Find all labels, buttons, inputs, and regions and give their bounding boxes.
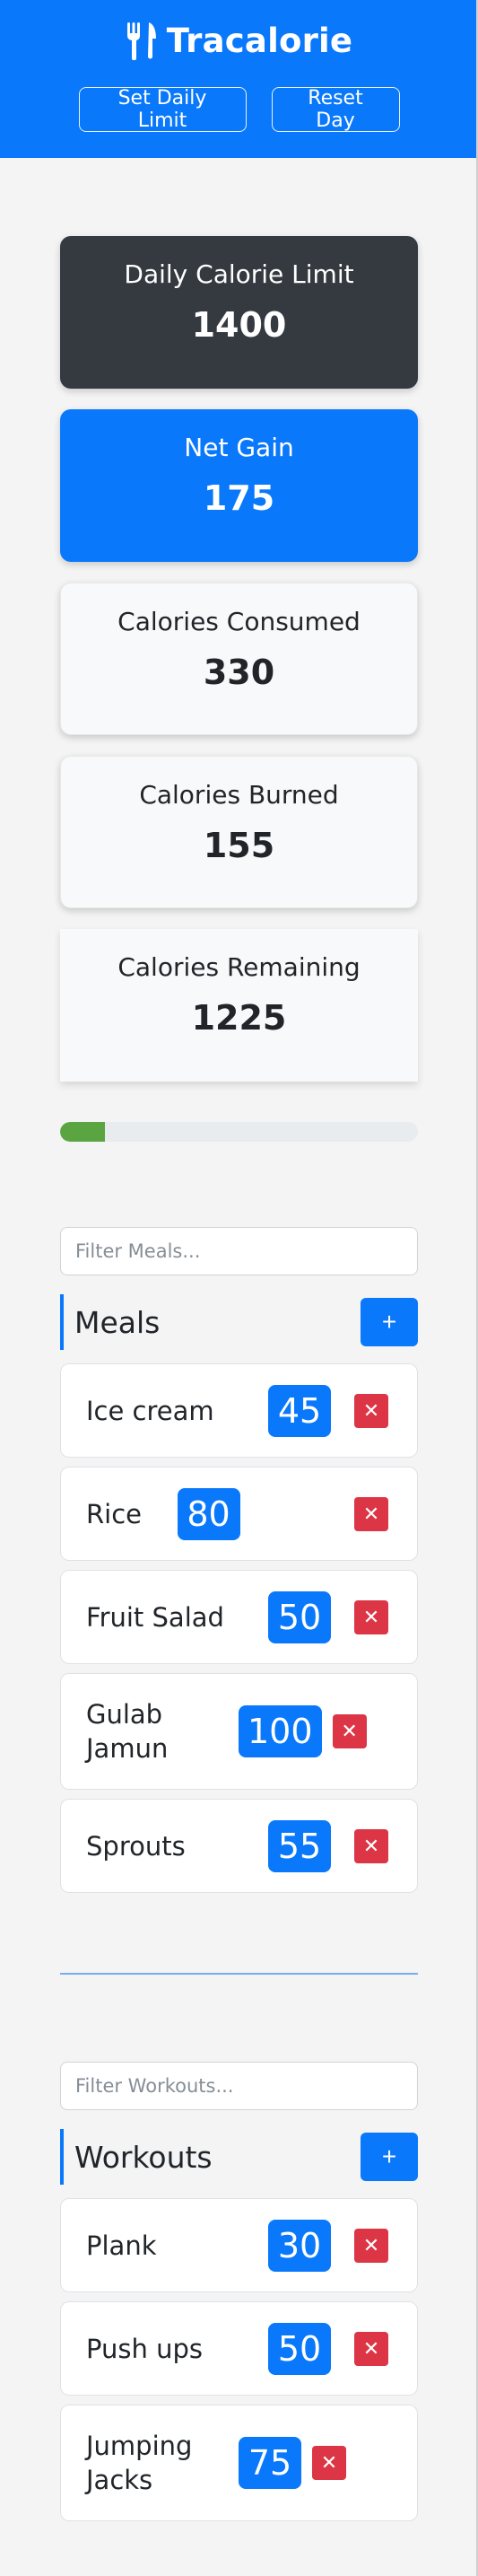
workout-item: Jumping Jacks 75 ✕: [60, 2405, 418, 2521]
meal-calories-badge: 50: [268, 1590, 331, 1643]
meal-calories-badge: 55: [268, 1819, 331, 1872]
workout-list: Plank 30 ✕ Push ups 50 ✕ Jumping Jacks 7…: [60, 2198, 418, 2521]
delete-workout-button[interactable]: ✕: [354, 2228, 388, 2263]
calories-burned-card: Calories Burned 155: [60, 756, 418, 908]
calories-remaining-label: Calories Remaining: [117, 952, 361, 982]
workouts-header: Workouts +: [60, 2129, 418, 2185]
workout-calories-badge: 30: [268, 2219, 331, 2272]
meal-name: Ice cream: [86, 1395, 214, 1426]
add-workout-button[interactable]: +: [361, 2133, 418, 2181]
workout-item: Plank 30 ✕: [60, 2198, 418, 2292]
section-divider: [60, 1973, 418, 1975]
workout-name: Jumping Jacks: [86, 2431, 193, 2495]
brand: Tracalorie: [0, 22, 478, 60]
calories-burned-label: Calories Burned: [139, 780, 339, 810]
delete-meal-button[interactable]: ✕: [354, 1496, 388, 1531]
workout-item: Push ups 50 ✕: [60, 2301, 418, 2396]
delete-workout-button[interactable]: ✕: [354, 2331, 388, 2366]
delete-meal-button[interactable]: ✕: [354, 1828, 388, 1863]
meal-calories-badge: 100: [239, 1705, 322, 1757]
calories-remaining-value: 1225: [191, 998, 287, 1038]
main-content: Daily Calorie Limit 1400 Net Gain 175 Ca…: [60, 158, 418, 2521]
daily-limit-label: Daily Calorie Limit: [124, 259, 354, 289]
reset-day-button[interactable]: Reset Day: [271, 87, 400, 132]
net-gain-card: Net Gain 175: [60, 409, 418, 562]
meal-item: Gulab Jamun 100 ✕: [60, 1673, 418, 1790]
app-title: Tracalorie: [166, 22, 353, 60]
stats-section: Daily Calorie Limit 1400 Net Gain 175 Ca…: [60, 158, 418, 1082]
delete-meal-button[interactable]: ✕: [354, 1599, 388, 1634]
set-daily-limit-button[interactable]: Set Daily Limit: [78, 87, 247, 132]
workout-calories-badge: 75: [239, 2437, 301, 2489]
workout-name: Plank: [86, 2230, 157, 2261]
meal-calories-badge: 80: [177, 1487, 240, 1540]
meal-item: Fruit Salad 50 ✕: [60, 1570, 418, 1664]
calories-consumed-value: 330: [203, 653, 275, 692]
calories-consumed-card: Calories Consumed 330: [60, 583, 418, 735]
calorie-progress-fill: [60, 1122, 105, 1142]
app-header: Tracalorie Set Daily Limit Reset Day: [0, 0, 478, 158]
meal-name: Fruit Salad: [86, 1601, 224, 1633]
meal-item: Sprouts 55 ✕: [60, 1799, 418, 1893]
calories-remaining-card: Calories Remaining 1225: [60, 929, 418, 1082]
meal-name: Sprouts: [86, 1830, 186, 1862]
calories-burned-value: 155: [203, 826, 275, 865]
workout-calories-badge: 50: [268, 2322, 331, 2375]
meal-name: Rice: [86, 1498, 142, 1529]
net-gain-label: Net Gain: [184, 433, 294, 462]
delete-workout-button[interactable]: ✕: [312, 2446, 346, 2480]
meal-item: Rice 80 ✕: [60, 1467, 418, 1561]
meal-list: Ice cream 45 ✕ Rice 80 ✕ Fruit Salad 50 …: [60, 1363, 418, 1893]
net-gain-value: 175: [203, 478, 275, 518]
meal-name: Gulab Jamun: [86, 1699, 169, 1764]
header-actions: Set Daily Limit Reset Day: [0, 87, 478, 132]
meal-item: Ice cream 45 ✕: [60, 1363, 418, 1458]
filter-meals-input[interactable]: [60, 1227, 418, 1275]
workout-name: Push ups: [86, 2333, 203, 2364]
meal-calories-badge: 45: [268, 1384, 331, 1437]
daily-limit-value: 1400: [191, 305, 287, 345]
calories-consumed-label: Calories Consumed: [117, 607, 361, 636]
add-meal-button[interactable]: +: [361, 1298, 418, 1346]
filter-workouts-input[interactable]: [60, 2062, 418, 2110]
delete-meal-button[interactable]: ✕: [332, 1714, 367, 1748]
calorie-progress-bar: [60, 1122, 418, 1142]
meals-title: Meals: [60, 1294, 160, 1350]
workouts-title: Workouts: [60, 2129, 213, 2185]
utensils-icon: [126, 22, 156, 60]
meals-header: Meals +: [60, 1294, 418, 1350]
daily-limit-card: Daily Calorie Limit 1400: [60, 236, 418, 389]
delete-meal-button[interactable]: ✕: [354, 1393, 388, 1428]
